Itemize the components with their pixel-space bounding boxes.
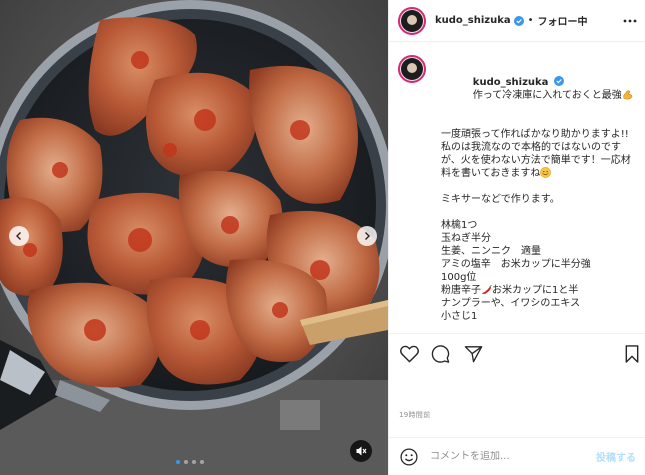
avatar[interactable]: [398, 6, 426, 35]
instagram-post-modal: kudo_shizuka • フォロー中 kudo_shizuka 作って冷凍庫…: [0, 0, 645, 475]
post-side-panel: kudo_shizuka • フォロー中 kudo_shizuka 作って冷凍庫…: [388, 0, 645, 475]
post-timestamp[interactable]: 19時間前: [399, 410, 430, 420]
carousel-dot: [184, 460, 188, 464]
comment-input[interactable]: [430, 451, 590, 462]
caption-paragraph: 私のは我流なので本格的ではないのですが、火を使わない方法で簡単です！一応材料を書…: [441, 142, 631, 179]
carousel-dot: [192, 460, 196, 464]
ingredient-line: アミの塩辛 お米カップに半分強: [441, 259, 591, 270]
carousel-indicator: [176, 460, 204, 464]
mute-icon: [356, 446, 367, 456]
ingredient-line: 林檎1つ: [441, 220, 478, 231]
ingredient-line: 生姜、ニンニク 適量: [441, 246, 541, 257]
chevron-left-icon: [16, 232, 21, 240]
action-bar: [389, 333, 645, 371]
caption-text: kudo_shizuka 作って冷凍庫に入れておくと最強 一度頑張って作ればかな…: [441, 63, 637, 323]
caption-first-line: 作って冷凍庫に入れておくと最強: [472, 90, 622, 101]
mute-button[interactable]: [350, 440, 372, 462]
flexed-biceps-emoji: [623, 90, 633, 100]
ingredient-line: 粉唐辛子: [441, 285, 481, 296]
carousel-dot: [200, 460, 204, 464]
carousel-dot: [176, 460, 180, 464]
carousel-prev-button[interactable]: [9, 226, 29, 246]
chevron-right-icon: [365, 232, 370, 240]
heart-icon[interactable]: [400, 345, 419, 363]
post-comment-button[interactable]: 投稿する: [596, 449, 636, 464]
caption-area: kudo_shizuka 作って冷凍庫に入れておくと最強 一度頑張って作ればかな…: [389, 42, 645, 332]
comment-icon[interactable]: [431, 345, 450, 363]
smiley-icon[interactable]: [400, 447, 418, 466]
separator-dot: •: [527, 15, 534, 26]
avatar[interactable]: [398, 55, 426, 83]
ingredient-line: 100g位: [441, 272, 477, 283]
smiling-face-emoji: [540, 167, 552, 178]
caption-paragraph: 一度頑張って作ればかなり助かりますよ!!: [441, 129, 629, 140]
caption-mixer-line: ミキサーなどで作ります。: [441, 194, 560, 205]
post-media[interactable]: [0, 0, 388, 475]
ingredient-line: 玉ねぎ半分: [441, 233, 491, 244]
verified-icon: [513, 15, 524, 26]
username-link[interactable]: kudo_shizuka: [435, 15, 511, 26]
food-photo: [0, 0, 388, 475]
comment-bar: 投稿する: [389, 437, 645, 475]
verified-icon: [554, 76, 565, 86]
following-button[interactable]: フォロー中: [538, 13, 588, 28]
share-icon[interactable]: [464, 345, 483, 363]
ingredient-line: ナンプラーや、イワシのエキス: [441, 298, 581, 309]
chili-pepper-emoji: [481, 284, 492, 294]
bookmark-icon[interactable]: [625, 345, 639, 363]
more-icon[interactable]: [623, 14, 637, 28]
post-header: kudo_shizuka • フォロー中: [389, 0, 645, 42]
caption-username[interactable]: kudo_shizuka: [473, 77, 549, 88]
ingredient-line: お米カップに1と半: [492, 285, 579, 296]
carousel-next-button[interactable]: [357, 226, 377, 246]
ingredient-line: 小さじ1: [441, 311, 478, 322]
